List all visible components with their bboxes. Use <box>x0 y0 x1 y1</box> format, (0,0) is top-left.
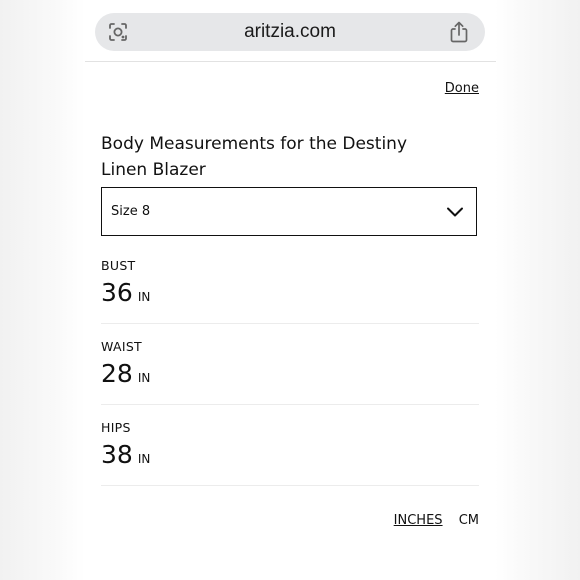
unit-toggle: INCHES CM <box>394 513 479 528</box>
measurement-divider <box>101 404 479 405</box>
measurement-value: 28 <box>101 359 133 388</box>
unit-cm-button[interactable]: CM <box>459 513 479 528</box>
url-text[interactable]: aritzia.com <box>95 13 485 51</box>
measurement-value: 38 <box>101 440 133 469</box>
measurement-unit: IN <box>137 452 151 466</box>
address-bar[interactable]: aritzia.com <box>95 13 485 51</box>
measurement-value: 36 <box>101 278 133 307</box>
measurement-label: BUST <box>101 258 136 273</box>
page-title: Body Measurements for the Destiny Linen … <box>101 134 407 181</box>
unit-inches-button[interactable]: INCHES <box>394 513 443 528</box>
size-select-value: Size 8 <box>111 204 151 219</box>
chevron-down-icon <box>446 204 464 218</box>
measurement-divider <box>101 323 479 324</box>
header-divider <box>85 61 496 62</box>
background-left <box>0 0 85 580</box>
size-select[interactable]: Size 8 <box>101 187 477 236</box>
measurement-label: HIPS <box>101 420 131 435</box>
measurement-unit: IN <box>137 290 151 304</box>
background-right <box>495 0 580 580</box>
measurement-divider <box>101 485 479 486</box>
measurement-label: WAIST <box>101 339 142 354</box>
measurement-unit: IN <box>137 371 151 385</box>
done-button[interactable]: Done <box>445 81 479 96</box>
phone-screen: aritzia.com Done Body Measurements for t… <box>85 0 496 580</box>
share-icon[interactable] <box>449 21 469 43</box>
measurement-hips: HIPS 38 IN <box>101 420 479 470</box>
measurement-waist: WAIST 28 IN <box>101 339 479 389</box>
measurement-bust: BUST 36 IN <box>101 258 479 308</box>
